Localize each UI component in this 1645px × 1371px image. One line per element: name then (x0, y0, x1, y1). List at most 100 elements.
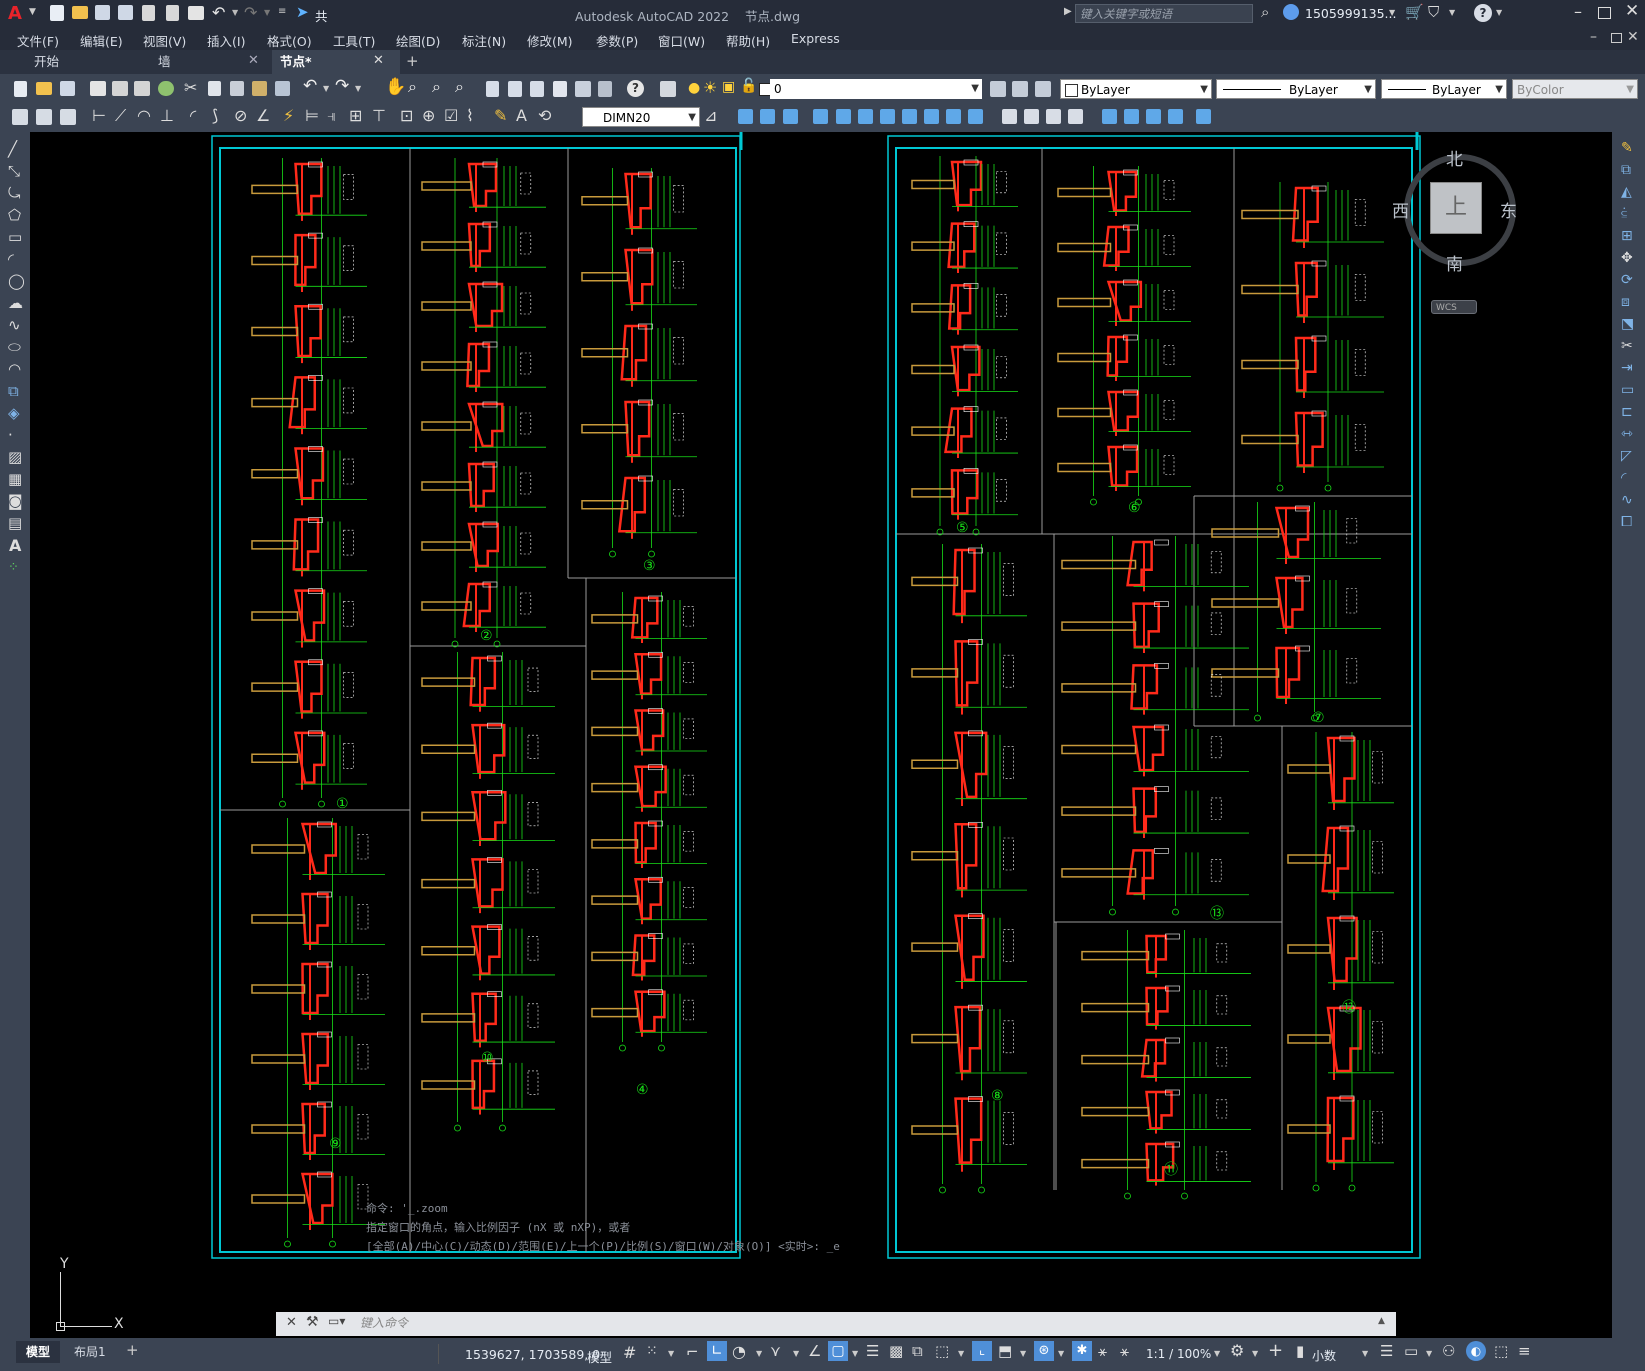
layer-select[interactable]: 0 ▼ (770, 79, 982, 99)
stretch-side-icon[interactable]: ⬔ (1621, 316, 1634, 332)
trim-icon[interactable] (946, 109, 961, 124)
layer-iso-icon[interactable] (12, 109, 28, 125)
ortho-icon[interactable]: ∟ (707, 1341, 727, 1361)
copy-icon[interactable] (208, 81, 221, 96)
undo-icon[interactable]: ↶ (212, 3, 225, 22)
plot-icon[interactable] (188, 6, 204, 20)
layer-merge-icon[interactable] (60, 109, 76, 125)
arc-icon[interactable]: ◜ (8, 250, 14, 268)
center-mark-icon[interactable]: ⊕ (422, 106, 435, 125)
dimstyle-manager-icon[interactable]: ⊿ (704, 106, 717, 125)
isodraft-icon[interactable]: ⋎ (770, 1342, 781, 1360)
splinedit-icon[interactable] (1146, 109, 1161, 124)
offset-side-icon[interactable]: ⫃ (1621, 206, 1627, 222)
viewcube-north[interactable]: 北 (1446, 145, 1463, 170)
maximize-icon[interactable] (1598, 7, 1611, 19)
tb-undo-arrow-icon[interactable]: ▼ (323, 84, 329, 93)
diameter-dim-icon[interactable]: ⊘ (234, 106, 247, 125)
offset-icon[interactable] (813, 109, 828, 124)
viewcube-east[interactable]: 东 (1500, 197, 1517, 222)
annotation-scale-value[interactable]: 1:1 / 100% (1146, 1347, 1211, 1361)
menu-help[interactable]: 帮助(H) (726, 31, 770, 50)
menu-file[interactable]: 文件(F) (17, 31, 59, 50)
search-icon[interactable]: ⌕ (1261, 3, 1269, 21)
linetype-select[interactable]: ByLayer ▼ (1216, 79, 1376, 99)
array-side-icon[interactable]: ⊞ (1621, 228, 1633, 244)
app-menu-arrow-icon[interactable]: ▼ (29, 7, 36, 17)
radius-dim-icon[interactable]: ◜ (190, 106, 196, 125)
dim-break-icon[interactable]: ⊤ (372, 106, 386, 125)
workspace-gear-icon[interactable]: ⚙ (1230, 1341, 1244, 1360)
redo-arrow-icon[interactable]: ▼ (264, 8, 270, 17)
publish-icon[interactable] (134, 81, 150, 96)
layer-previous-icon[interactable] (1012, 81, 1028, 97)
hatch-icon[interactable]: ▨ (8, 448, 22, 466)
sheet-set-icon[interactable] (553, 81, 567, 97)
color-select[interactable]: ByLayer ▼ (1060, 79, 1212, 99)
dimedit-icon[interactable]: ✎ (494, 106, 507, 125)
viewcube-top-face[interactable]: 上 (1430, 182, 1482, 234)
cart-icon[interactable]: 🛒 (1405, 3, 1424, 21)
menu-edit[interactable]: 编辑(E) (80, 31, 123, 50)
tb-redo-arrow-icon[interactable]: ▼ (355, 84, 361, 93)
gizmo-arrow-icon[interactable]: ▼ (1058, 1349, 1064, 1358)
stretch-icon[interactable] (924, 109, 939, 124)
blend-side-icon[interactable]: ∿ (1621, 492, 1633, 508)
coordinates[interactable]: 1539627, 1703589, 0 (465, 1347, 600, 1362)
inspect-icon[interactable]: ☑ (444, 106, 458, 125)
doc-restore-icon[interactable] (1611, 33, 1622, 43)
tab-start[interactable]: 开始 (26, 50, 154, 74)
polyline-icon[interactable]: ⤿ (8, 184, 21, 202)
menu-tools[interactable]: 工具(T) (333, 31, 375, 50)
ellipse-arc-icon[interactable]: ◠ (8, 360, 21, 378)
snap-icon[interactable]: ⁙ (646, 1343, 658, 1359)
selection-cycling-icon[interactable]: ⧉ (912, 1342, 923, 1360)
move-side-icon[interactable]: ✥ (1621, 250, 1633, 266)
mtext-icon[interactable]: A (9, 536, 21, 555)
publish-web-icon[interactable] (158, 81, 174, 96)
doc-minimize-icon[interactable]: – (1590, 29, 1597, 45)
print-icon[interactable] (90, 81, 106, 96)
chamfer-side-icon[interactable]: ◸ (1621, 448, 1632, 464)
rotate-icon[interactable] (880, 109, 895, 124)
annotation-visibility-icon[interactable]: ✱ (1072, 1341, 1092, 1361)
doc-close-icon[interactable]: ✕ (1627, 29, 1639, 45)
region-icon[interactable]: ◙ (8, 492, 23, 510)
continue-dim-icon[interactable]: ⫣ (327, 106, 337, 126)
clean-screen-icon[interactable]: ⬚ (1494, 1342, 1508, 1360)
polygon-icon[interactable]: ⬠ (8, 206, 21, 224)
erase-side-icon[interactable]: ✎ (1621, 140, 1633, 156)
extend-side-icon[interactable]: ⇥ (1621, 360, 1633, 376)
dynamic-ucs-icon[interactable]: ⌞ (972, 1341, 992, 1361)
polar-icon[interactable]: ◔ (732, 1342, 746, 1361)
viewcube-west[interactable]: 西 (1392, 197, 1409, 222)
blend-icon[interactable] (1168, 109, 1183, 124)
units-icon[interactable]: ▮ (1296, 1342, 1304, 1360)
gizmo-icon[interactable]: ⊛ (1034, 1341, 1054, 1361)
layer-properties-icon[interactable] (660, 81, 676, 97)
gradient-icon[interactable]: ▦ (8, 470, 22, 488)
layout-tab-model[interactable]: 模型 (16, 1341, 61, 1363)
zoom-window-icon[interactable]: ⌕ (432, 77, 441, 97)
make-block-icon[interactable]: ◈ (8, 404, 20, 422)
menu-parametric[interactable]: 参数(P) (596, 31, 638, 50)
pedit-icon[interactable] (1124, 109, 1139, 124)
snap-arrow-icon[interactable]: ▼ (668, 1349, 674, 1358)
quick-dim-icon[interactable]: ⚡ (283, 106, 294, 125)
cut-icon[interactable]: ✂ (184, 78, 197, 97)
jogged-dim-icon[interactable]: ⟆ (212, 106, 218, 125)
scale-side-icon[interactable]: ⧈ (1621, 294, 1630, 310)
tb-help-icon[interactable]: ? (627, 80, 644, 97)
array-icon[interactable] (836, 109, 851, 124)
erase-icon[interactable] (738, 109, 753, 124)
customize-qat-icon[interactable]: ≡ (278, 6, 286, 17)
design-center-icon[interactable] (508, 81, 522, 97)
units-value[interactable]: 小数 (1312, 1347, 1336, 1364)
tab-node-close-icon[interactable]: ✕ (373, 53, 384, 68)
help-icon[interactable]: ? (1474, 4, 1492, 22)
trim-side-icon[interactable]: ✂ (1621, 338, 1633, 354)
baseline-dim-icon[interactable]: ⊨ (305, 106, 319, 125)
break-side-icon[interactable]: ⊏ (1621, 404, 1633, 420)
move-icon[interactable] (858, 109, 873, 124)
layer-freeze-icon[interactable]: ☀ (703, 78, 717, 97)
